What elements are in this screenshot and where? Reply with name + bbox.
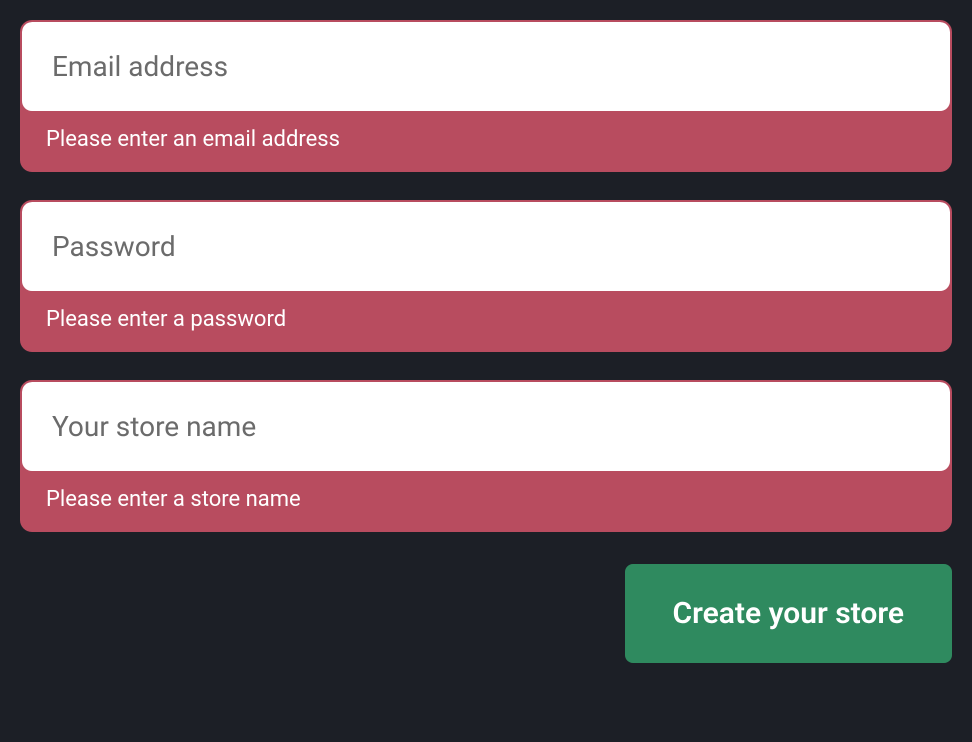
password-error-message: Please enter a password	[22, 291, 950, 350]
password-field-group: Please enter a password	[20, 200, 952, 352]
email-error-message: Please enter an email address	[22, 111, 950, 170]
store-name-error-message: Please enter a store name	[22, 471, 950, 530]
password-input[interactable]	[22, 202, 950, 291]
create-store-button[interactable]: Create your store	[625, 564, 953, 663]
store-name-field-group: Please enter a store name	[20, 380, 952, 532]
email-input[interactable]	[22, 22, 950, 111]
store-name-input[interactable]	[22, 382, 950, 471]
signup-form: Please enter an email address Please ent…	[20, 20, 952, 663]
button-row: Create your store	[20, 564, 952, 663]
email-field-group: Please enter an email address	[20, 20, 952, 172]
